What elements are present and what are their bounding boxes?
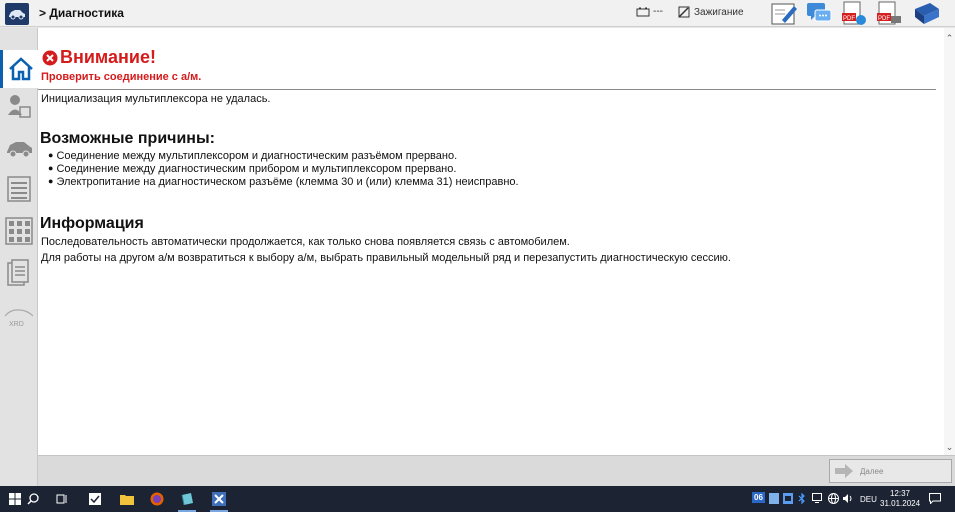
home-icon [8, 57, 33, 81]
book-icon [915, 3, 939, 24]
svg-text:PDF: PDF [843, 16, 855, 22]
tray-monitor-icon[interactable] [812, 493, 822, 503]
folder-icon [120, 495, 134, 505]
alert-message: Инициализация мультиплексора не удалась. [41, 93, 271, 105]
xrd-car-icon: XRD [4, 309, 34, 328]
taskbar-app-diagnostics[interactable] [204, 486, 234, 512]
pencil-notes-icon [771, 3, 797, 25]
alert-title: Внимание! [60, 47, 156, 67]
arrow-right-icon [835, 464, 853, 478]
top-bar: > Диагностика --- Зажигание PDF PDF [0, 0, 955, 27]
sidebar-item-documents[interactable] [0, 254, 38, 292]
sidebar-item-home[interactable] [0, 50, 38, 88]
search-icon [27, 493, 39, 505]
ignition-status: Зажигание [678, 6, 744, 18]
taskbar-app-notes[interactable] [172, 486, 202, 512]
task-view-icon [56, 494, 67, 504]
next-button[interactable]: Далее [829, 459, 952, 483]
firefox-icon [150, 492, 164, 506]
tray-app-icon[interactable] [769, 493, 779, 504]
left-sidebar: XRD [0, 28, 38, 486]
sidebar-item-test-plan[interactable] [0, 170, 38, 208]
xrd-label: XRD [9, 321, 24, 328]
sidebar-item-control-units[interactable] [0, 212, 38, 250]
alert-title-row: Внимание! [42, 47, 156, 68]
info-line: Последовательность автоматически продолж… [41, 236, 570, 248]
sidebar-item-xrd[interactable]: XRD [0, 298, 38, 336]
pdf-report-button[interactable]: PDF [840, 1, 868, 27]
car-logo-icon[interactable] [5, 3, 29, 25]
diagnostics-app-icon [212, 492, 226, 506]
main-content: Внимание! Проверить соединение с а/м. Ин… [38, 28, 944, 455]
print-pdf-icon: PDF [877, 1, 901, 25]
globe-icon[interactable] [828, 493, 839, 504]
connection-status: --- [636, 6, 663, 17]
volume-icon[interactable] [842, 493, 853, 504]
info-line: Для работы на другом а/м возвратиться к … [41, 252, 731, 264]
sidebar-item-vehicle[interactable] [0, 130, 38, 168]
bluetooth-icon[interactable] [798, 493, 806, 504]
edit-notes-button[interactable] [770, 1, 798, 27]
scroll-up-icon[interactable]: ⌃ [944, 32, 955, 44]
tray-badge[interactable]: 06 [752, 492, 765, 503]
battery-icon [636, 7, 650, 16]
list-icon [7, 176, 31, 202]
vertical-scrollbar[interactable]: ⌃ ⌄ [944, 28, 955, 455]
clock[interactable]: 12:37 31.01.2024 [880, 489, 920, 509]
taskbar-app-todo[interactable] [80, 486, 110, 512]
ignition-key-icon [678, 6, 690, 18]
cause-item: Электропитание на диагностическом разъём… [48, 176, 518, 188]
search-button[interactable] [18, 486, 48, 512]
alert-subtitle: Проверить соединение с а/м. [41, 71, 202, 83]
documents-icon [7, 259, 29, 286]
operator-icon [8, 95, 31, 118]
cause-item: Соединение между мультиплексором и диагн… [48, 150, 457, 162]
breadcrumb: > Диагностика [39, 6, 124, 20]
taskbar: 06 DEU 12:37 31.01.2024 [0, 486, 955, 512]
module-grid-icon [5, 217, 33, 245]
taskbar-app-explorer[interactable] [112, 486, 142, 512]
next-label: Далее [860, 466, 884, 476]
sidebar-item-operator[interactable] [0, 88, 38, 126]
manual-book-button[interactable] [912, 1, 940, 27]
clock-date: 31.01.2024 [880, 499, 921, 508]
ignition-label: Зажигание [694, 6, 744, 18]
notifications-icon[interactable] [929, 493, 941, 504]
scroll-down-icon[interactable]: ⌄ [944, 441, 955, 453]
checkbox-app-icon [89, 493, 101, 505]
notes-app-icon [181, 493, 193, 506]
alert-header: Внимание! Проверить соединение с а/м. [38, 44, 936, 90]
print-pdf-button[interactable]: PDF [875, 1, 903, 27]
causes-heading: Возможные причины: [40, 130, 215, 147]
chat-button[interactable] [805, 1, 833, 27]
error-icon [42, 50, 58, 65]
car-icon [7, 142, 32, 158]
clock-time: 12:37 [889, 489, 911, 498]
diagnostic-app: > Диагностика --- Зажигание PDF PDF XRD … [0, 0, 955, 486]
cause-item: Соединение между диагностическим приборо… [48, 163, 456, 175]
task-view-button[interactable] [47, 486, 77, 512]
footer-bar: Далее [38, 455, 955, 486]
tray-network-icon[interactable] [783, 493, 793, 504]
pdf-document-icon: PDF [842, 1, 866, 25]
connection-value: --- [653, 6, 663, 17]
info-heading: Информация [40, 215, 144, 232]
chat-bubbles-icon [807, 3, 832, 22]
taskbar-app-firefox[interactable] [142, 486, 172, 512]
language-indicator[interactable]: DEU [860, 495, 877, 504]
svg-text:PDF: PDF [878, 16, 890, 22]
